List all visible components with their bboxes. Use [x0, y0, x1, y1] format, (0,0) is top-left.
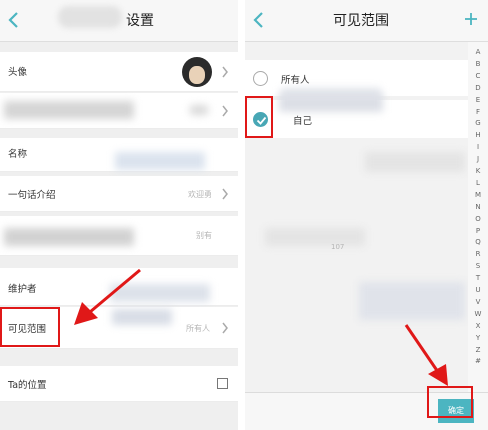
intro-value: 欢迎勇	[188, 190, 212, 199]
index-letter[interactable]: X	[468, 322, 488, 330]
settings-screen: 设置 头像 名称 一句话介绍 欢迎勇 别有 维护者 可见范围 所有人 Ta的位置	[0, 0, 238, 430]
visible-range-header: 可见范围	[245, 0, 488, 42]
index-letter[interactable]: Q	[468, 238, 488, 246]
alphabet-index[interactable]: A B C D E F G H I J K L M N O P Q R S T U V W X Y Z #	[468, 42, 488, 392]
index-letter[interactable]: G	[468, 119, 488, 127]
highlight-box	[245, 96, 273, 138]
blurred-name-value	[115, 152, 205, 170]
blurred-content	[359, 282, 465, 320]
index-letter[interactable]: E	[468, 96, 488, 104]
index-letter[interactable]: B	[468, 60, 488, 68]
blurred-content	[279, 94, 383, 112]
name-label: 名称	[8, 149, 28, 160]
blurred-content	[365, 152, 465, 172]
index-letter[interactable]: H	[468, 131, 488, 139]
option-label: 所有人	[281, 75, 310, 86]
name-row[interactable]: 名称	[0, 138, 238, 172]
option-self[interactable]: 自己	[245, 94, 468, 138]
highlight-box	[0, 307, 60, 347]
index-letter[interactable]: P	[468, 227, 488, 235]
plus-icon[interactable]	[464, 12, 478, 26]
index-letter[interactable]: #	[468, 357, 488, 365]
chevron-right-icon	[222, 105, 228, 117]
index-letter[interactable]: L	[468, 179, 488, 187]
option-label: 自己	[293, 116, 313, 127]
chevron-right-icon	[222, 322, 228, 334]
index-letter[interactable]: U	[468, 286, 488, 294]
page-title: 设置	[126, 13, 154, 29]
blurred-title-prefix	[58, 6, 122, 28]
location-label: Ta的位置	[8, 380, 47, 391]
index-letter[interactable]: Z	[468, 346, 488, 354]
row4-value: 别有	[196, 231, 212, 240]
index-letter[interactable]: A	[468, 48, 488, 56]
option-everyone[interactable]: 所有人	[245, 60, 468, 102]
blurred-content	[4, 101, 134, 119]
visible-range-screen: 可见范围 所有人 自己 107 ABCDEFGHIJKLMNOPQRSTUVWX…	[245, 0, 488, 430]
intro-label: 一句话介绍	[8, 190, 56, 201]
blurred-row[interactable]: 别有	[0, 216, 238, 256]
intro-row[interactable]: 一句话介绍 欢迎勇	[0, 176, 238, 212]
chevron-right-icon	[222, 188, 228, 200]
index-letter[interactable]: K	[468, 167, 488, 175]
back-arrow-icon[interactable]	[251, 10, 267, 30]
index-letter[interactable]: N	[468, 203, 488, 211]
index-letter[interactable]: S	[468, 262, 488, 270]
index-letter[interactable]: Y	[468, 334, 488, 342]
index-letter[interactable]: V	[468, 298, 488, 306]
faint-text: 107	[331, 243, 345, 251]
blurred-content	[265, 228, 365, 246]
chevron-right-icon	[222, 66, 228, 78]
index-letter[interactable]: J	[468, 155, 488, 163]
location-row[interactable]: Ta的位置	[0, 366, 238, 402]
visible-range-value: 所有人	[186, 324, 210, 333]
member-list: 所有人 自己 107	[245, 42, 468, 392]
back-arrow-icon[interactable]	[6, 10, 22, 30]
index-letter[interactable]: D	[468, 84, 488, 92]
settings-header: 设置	[0, 0, 238, 42]
blurred-row[interactable]	[0, 93, 238, 129]
index-letter[interactable]: M	[468, 191, 488, 199]
blurred-maintainer	[110, 284, 210, 302]
index-letter[interactable]: W	[468, 310, 488, 318]
index-letter[interactable]: F	[468, 108, 488, 116]
blurred-content	[112, 309, 172, 325]
avatar[interactable]	[182, 57, 212, 87]
maintainer-label: 维护者	[8, 284, 37, 295]
index-letter[interactable]: R	[468, 250, 488, 258]
page-title: 可见范围	[333, 13, 389, 29]
index-letter[interactable]: I	[468, 143, 488, 151]
blurred-value	[190, 105, 208, 115]
index-letter[interactable]: O	[468, 215, 488, 223]
location-checkbox[interactable]	[217, 378, 228, 389]
avatar-label: 头像	[8, 67, 28, 78]
radio-everyone[interactable]	[253, 71, 268, 86]
highlight-box	[427, 386, 473, 418]
maintainer-row[interactable]: 维护者	[0, 268, 238, 306]
index-letter[interactable]: C	[468, 72, 488, 80]
blurred-label	[4, 228, 134, 246]
index-letter[interactable]: T	[468, 274, 488, 282]
